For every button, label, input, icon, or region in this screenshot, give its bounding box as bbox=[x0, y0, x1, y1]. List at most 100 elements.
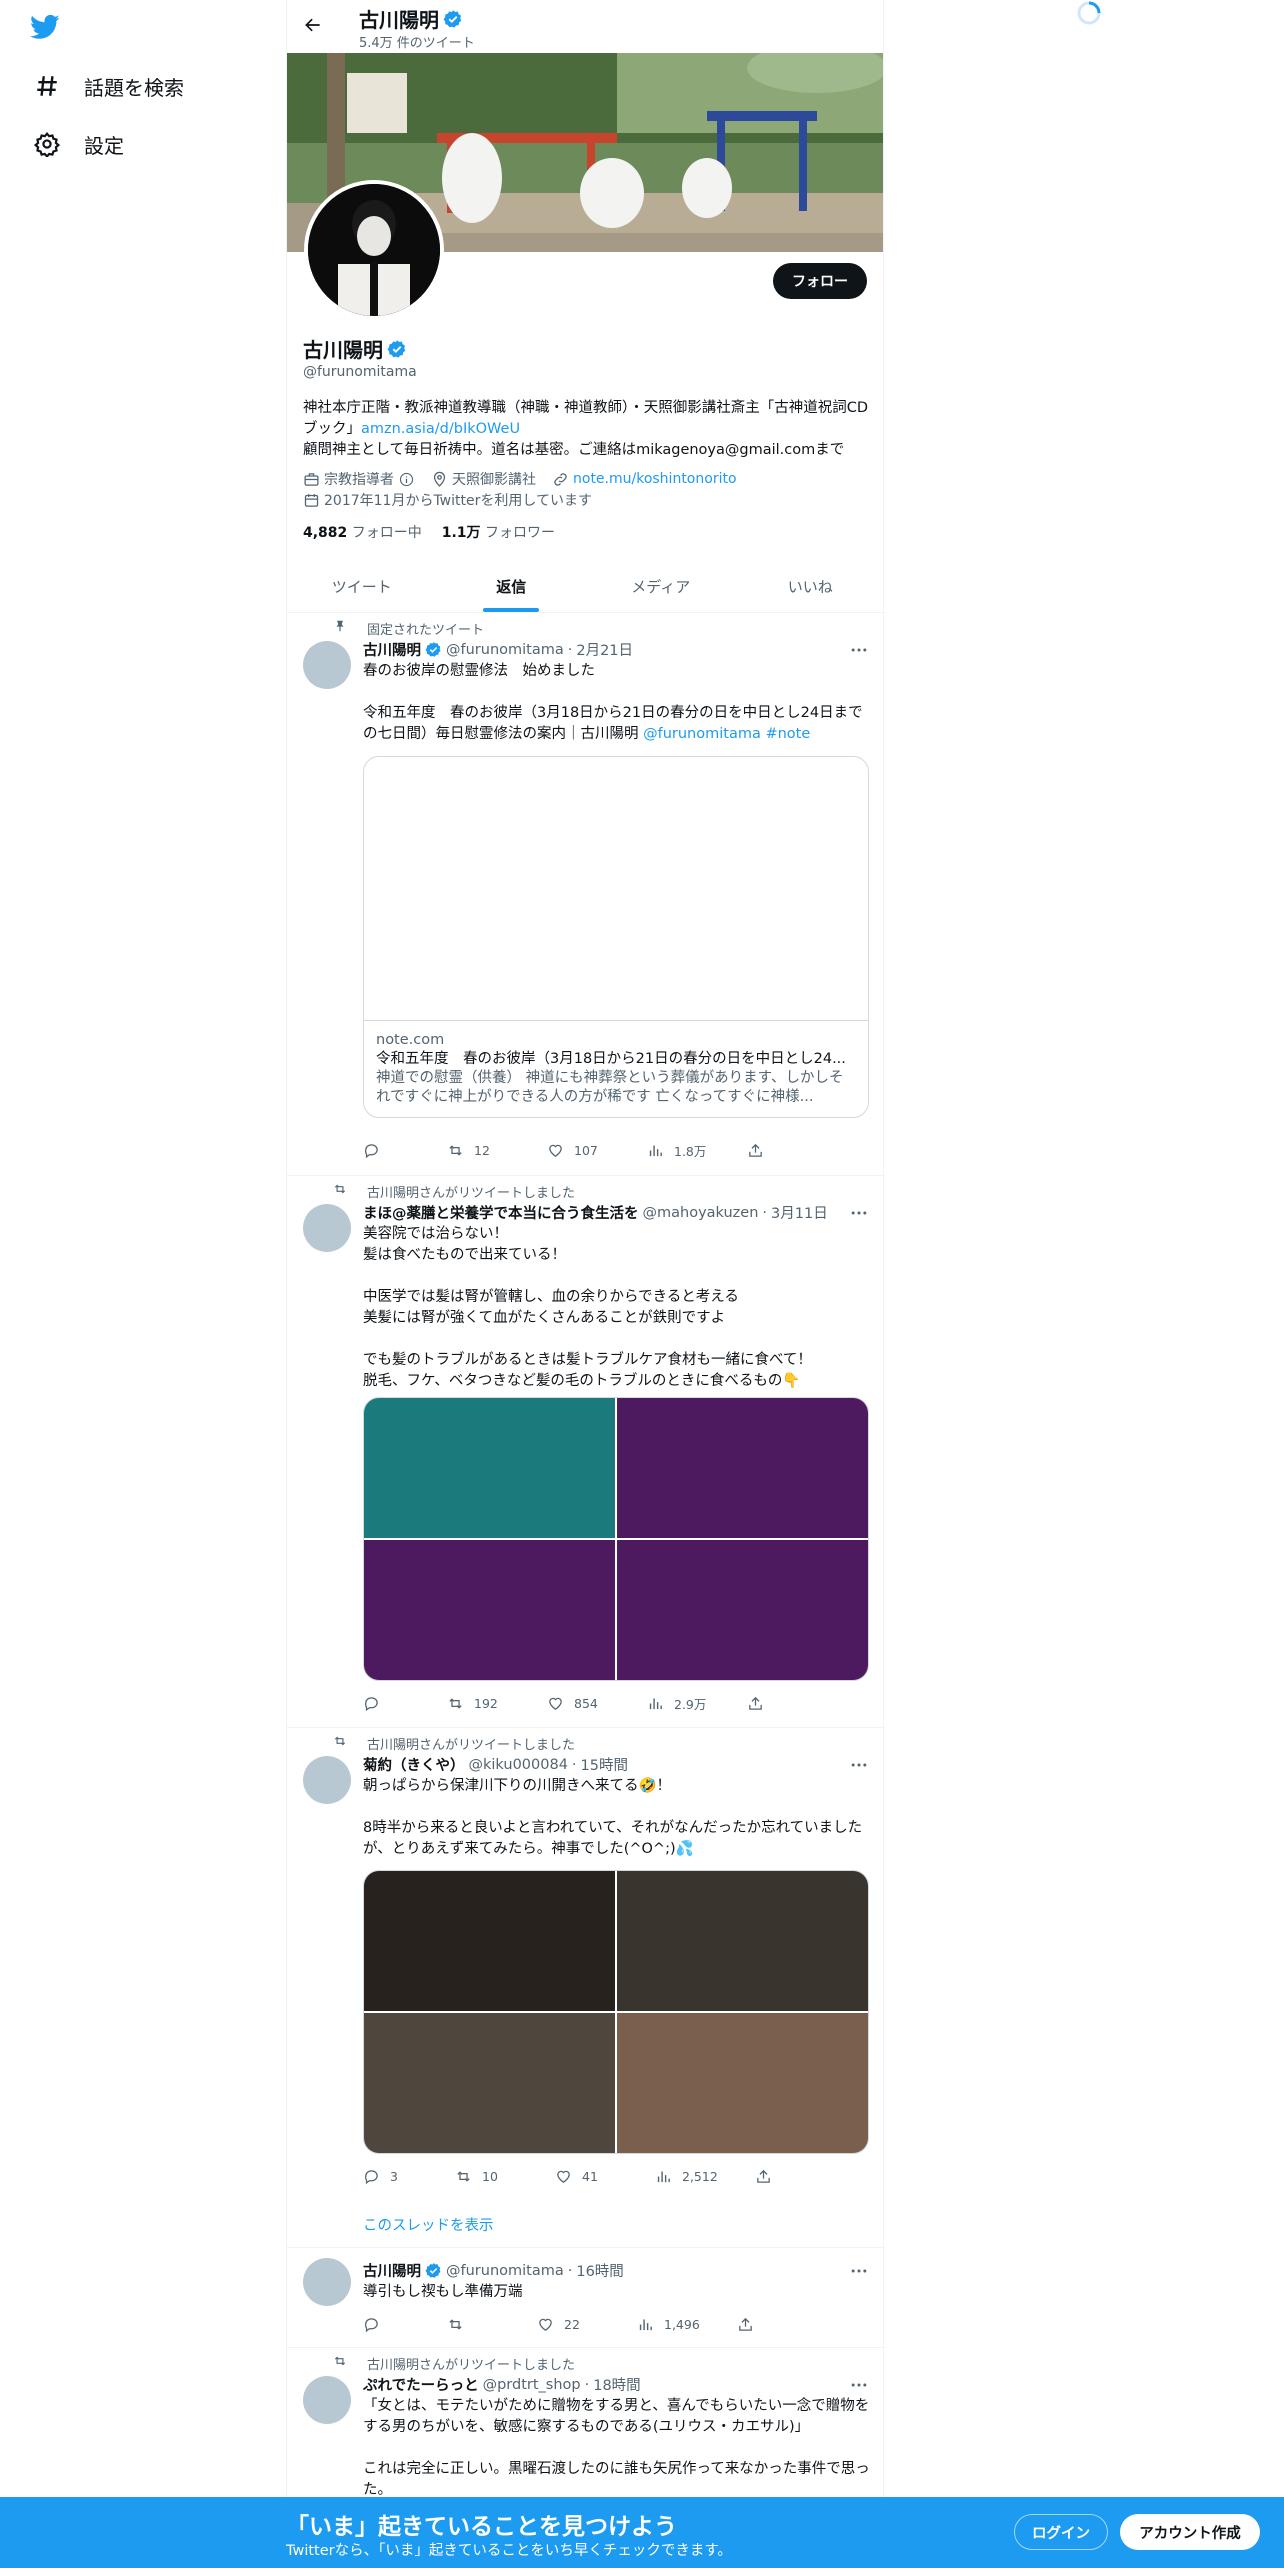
profile-avatar[interactable] bbox=[304, 180, 444, 320]
tweet-actions: 22 1,496 bbox=[363, 2316, 754, 2333]
more-options-icon[interactable] bbox=[849, 2261, 869, 2281]
reply-button[interactable] bbox=[363, 2316, 447, 2333]
tweet-time[interactable]: 15時間 bbox=[581, 1754, 628, 1775]
media-image[interactable] bbox=[617, 1540, 868, 1680]
following-stat[interactable]: 4,882 フォロー中 bbox=[303, 522, 422, 542]
share-button[interactable] bbox=[747, 1694, 764, 1713]
verified-badge-icon bbox=[425, 2262, 442, 2279]
tab-tweets[interactable]: ツイート bbox=[287, 560, 437, 612]
retweet-button[interactable]: 12 bbox=[447, 1141, 547, 1160]
tweet-time[interactable]: 3月11日 bbox=[771, 1202, 828, 1223]
media-image[interactable] bbox=[364, 1871, 615, 2011]
media-image[interactable] bbox=[364, 2013, 615, 2153]
like-button[interactable]: 854 bbox=[547, 1694, 647, 1713]
tweet-actions: 3 10 41 2,512 bbox=[363, 2168, 772, 2185]
retweet-button[interactable]: 192 bbox=[447, 1694, 547, 1713]
tweet-author-handle[interactable]: @mahoyakuzen bbox=[643, 1205, 759, 1221]
tweet-context: 古川陽明さんがリツイートしました bbox=[334, 2354, 575, 2373]
reply-button[interactable] bbox=[363, 1141, 447, 1160]
avatar[interactable] bbox=[303, 1756, 351, 1804]
signup-button[interactable]: アカウント作成 bbox=[1120, 2514, 1260, 2550]
reply-button[interactable] bbox=[363, 1694, 447, 1713]
tweet-author-handle[interactable]: @furunomitama bbox=[446, 642, 564, 658]
media-grid[interactable] bbox=[363, 1397, 869, 1681]
twitter-logo-icon[interactable] bbox=[30, 12, 66, 48]
tweet-retweet[interactable]: 古川陽明さんがリツイートしました まほ@薬膳と栄養学で本当に合う食生活を @ma… bbox=[287, 1176, 885, 1728]
more-options-icon[interactable] bbox=[849, 640, 869, 660]
share-icon bbox=[747, 1695, 764, 1712]
reply-button[interactable]: 3 bbox=[363, 2168, 455, 2185]
retweet-button[interactable]: 10 bbox=[455, 2168, 555, 2185]
views-button[interactable]: 2,512 bbox=[655, 2168, 755, 2185]
share-button[interactable] bbox=[747, 1141, 764, 1160]
reply-icon bbox=[363, 1142, 380, 1159]
tweet-time[interactable]: 2月21日 bbox=[576, 639, 633, 660]
profile-meta-row: 宗教指導者 天照御影講社 note.mu/koshintonorito bbox=[303, 469, 737, 489]
tweet-author-handle[interactable]: @kiku000084 bbox=[469, 1757, 568, 1773]
more-options-icon[interactable] bbox=[849, 1203, 869, 1223]
views-button[interactable]: 1.8万 bbox=[647, 1141, 747, 1160]
follow-button[interactable]: フォロー bbox=[773, 263, 867, 299]
followers-stat[interactable]: 1.1万 フォロワー bbox=[442, 522, 555, 542]
avatar[interactable] bbox=[303, 2258, 351, 2306]
like-button[interactable]: 107 bbox=[547, 1141, 647, 1160]
share-icon bbox=[737, 2316, 754, 2333]
media-image[interactable] bbox=[617, 2013, 868, 2153]
tweet-actions: 192 854 2.9万 bbox=[363, 1694, 764, 1713]
heart-icon bbox=[537, 2316, 554, 2333]
show-thread-link[interactable]: このスレッドを表示 bbox=[363, 2214, 494, 2235]
link-card[interactable]: note.com 令和五年度 春のお彼岸（3月18日から21日の春分の日を中日と… bbox=[363, 756, 869, 1118]
following-count: 4,882 bbox=[303, 525, 348, 541]
share-button[interactable] bbox=[737, 2316, 754, 2333]
tweet-pinned[interactable]: 固定されたツイート 古川陽明 @furunomitama · 2月21日 春のお… bbox=[287, 613, 885, 1176]
tweet-author-name[interactable]: 古川陽明 bbox=[363, 2260, 421, 2281]
tweet-hashtag[interactable]: #note bbox=[765, 726, 810, 742]
login-button[interactable]: ログイン bbox=[1014, 2514, 1108, 2550]
signup-banner-subtitle: Twitterなら、「いま」起きていることをいち早くチェックできます。 bbox=[286, 2543, 732, 2559]
tweet-context-label: 古川陽明さんがリツイートしました bbox=[367, 1186, 576, 1201]
share-button[interactable] bbox=[755, 2168, 772, 2185]
media-image[interactable] bbox=[617, 1871, 868, 2011]
tab-media[interactable]: メディア bbox=[586, 560, 736, 612]
retweet-button[interactable] bbox=[447, 2316, 537, 2333]
tweet-author-handle[interactable]: @furunomitama bbox=[446, 2263, 564, 2279]
tweet-time[interactable]: 16時間 bbox=[576, 2260, 623, 2281]
like-button[interactable]: 41 bbox=[555, 2168, 655, 2185]
nav-explore[interactable]: 話題を検索 bbox=[34, 66, 184, 106]
tweet[interactable]: 古川陽明 @furunomitama · 16時間 導引もし禊もし準備万端 22… bbox=[287, 2248, 885, 2348]
tweet-retweet[interactable]: 古川陽明さんがリツイートしました ぷれでたーらっと @prdtrt_shop ·… bbox=[287, 2348, 885, 2508]
tweet-author-name[interactable]: 古川陽明 bbox=[363, 639, 421, 660]
profile-website[interactable]: note.mu/koshintonorito bbox=[573, 471, 737, 487]
media-grid[interactable] bbox=[363, 1870, 869, 2154]
share-icon bbox=[755, 2168, 772, 2185]
header-name: 古川陽明 bbox=[359, 8, 439, 32]
info-icon[interactable] bbox=[398, 471, 415, 488]
media-image[interactable] bbox=[617, 1398, 868, 1538]
back-arrow-icon[interactable] bbox=[303, 15, 325, 37]
avatar[interactable] bbox=[303, 2376, 351, 2424]
verified-badge-icon bbox=[387, 339, 407, 359]
avatar[interactable] bbox=[303, 641, 351, 689]
tab-likes[interactable]: いいね bbox=[736, 560, 886, 612]
avatar[interactable] bbox=[303, 1204, 351, 1252]
media-image[interactable] bbox=[364, 1540, 615, 1680]
bio-link[interactable]: amzn.asia/d/bIkOWeU bbox=[361, 421, 520, 437]
tweet-mention[interactable]: @furunomitama bbox=[643, 726, 761, 742]
nav-settings[interactable]: 設定 bbox=[34, 124, 124, 164]
tab-replies[interactable]: 返信 bbox=[437, 560, 587, 612]
tweet-retweet[interactable]: 古川陽明さんがリツイートしました 菊約（きくや） @kiku000084 · 1… bbox=[287, 1728, 885, 2248]
tweet-author-name[interactable]: 菊約（きくや） bbox=[363, 1754, 465, 1775]
views-chart-icon bbox=[647, 1142, 664, 1159]
tweet-time[interactable]: 18時間 bbox=[593, 2374, 640, 2395]
views-button[interactable]: 1,496 bbox=[637, 2316, 737, 2333]
like-button[interactable]: 22 bbox=[537, 2316, 637, 2333]
media-image[interactable] bbox=[364, 1398, 615, 1538]
tweet-author-handle[interactable]: @prdtrt_shop bbox=[483, 2377, 581, 2393]
more-options-icon[interactable] bbox=[849, 1755, 869, 1775]
tweet-author-name[interactable]: まほ@薬膳と栄養学で本当に合う食生活を bbox=[363, 1202, 639, 1223]
views-button[interactable]: 2.9万 bbox=[647, 1694, 747, 1713]
retweet-icon bbox=[447, 1142, 464, 1159]
more-options-icon[interactable] bbox=[849, 2375, 869, 2395]
tweet-author-name[interactable]: ぷれでたーらっと bbox=[363, 2374, 479, 2395]
briefcase-icon bbox=[303, 471, 320, 488]
